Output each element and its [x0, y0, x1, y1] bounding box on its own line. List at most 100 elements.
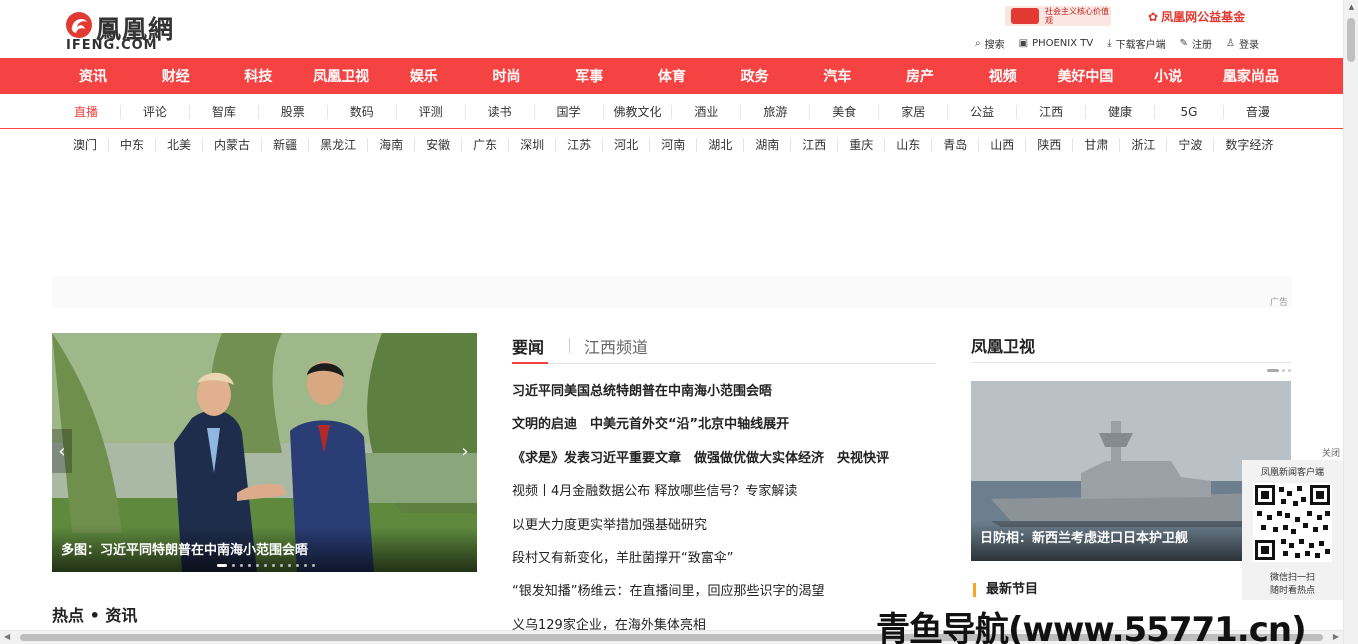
scroll-up-icon[interactable]: ▲ — [1344, 3, 1358, 11]
region-nav-item[interactable]: 山西 — [979, 138, 1027, 152]
slider-dot[interactable] — [288, 564, 291, 567]
main-nav-item[interactable]: 小说 — [1127, 66, 1209, 86]
channel-nav-item[interactable]: 评论 — [121, 104, 190, 119]
main-nav-item[interactable]: 政务 — [714, 66, 796, 86]
scroll-right-icon[interactable]: ▶ — [1333, 632, 1339, 641]
slider-next-button[interactable]: › — [455, 429, 475, 473]
main-nav-item[interactable]: 时尚 — [466, 66, 548, 86]
phoenix-tv-title[interactable]: 凤凰卫视 — [971, 333, 1291, 363]
main-nav-item[interactable]: 汽车 — [796, 66, 878, 86]
region-nav-item[interactable]: 河北 — [603, 138, 651, 152]
region-nav-item[interactable]: 江西 — [791, 138, 839, 152]
channel-nav-item[interactable]: 5G — [1155, 104, 1224, 119]
register-link[interactable]: ✎ 注册 — [1180, 36, 1212, 51]
main-nav-item[interactable]: 科技 — [217, 66, 299, 86]
region-nav-item[interactable]: 河南 — [650, 138, 698, 152]
slider-dot[interactable] — [240, 564, 243, 567]
scroll-left-icon[interactable]: ◀ — [4, 632, 10, 641]
channel-nav-item[interactable]: 国学 — [535, 104, 604, 119]
channel-nav-item[interactable]: 美食 — [810, 104, 880, 119]
main-nav-item[interactable]: 房产 — [879, 66, 961, 86]
tv-slide-dot[interactable] — [1267, 369, 1279, 372]
region-nav-item[interactable]: 宁波 — [1167, 138, 1215, 152]
region-nav-item[interactable]: 北美 — [156, 138, 204, 152]
search-link[interactable]: ⌕ 搜索 — [975, 36, 1005, 51]
phoenix-tv-link[interactable]: ▣ PHOENIX TV — [1019, 36, 1094, 51]
region-nav-item[interactable]: 陕西 — [1026, 138, 1074, 152]
region-nav-item[interactable]: 深圳 — [509, 138, 557, 152]
slider-dot[interactable] — [280, 564, 283, 567]
channel-nav-item[interactable]: 智库 — [190, 104, 259, 119]
slider-prev-button[interactable]: ‹ — [52, 429, 72, 473]
region-nav-item[interactable]: 江苏 — [556, 138, 604, 152]
channel-nav-item[interactable]: 直播 — [52, 104, 121, 119]
region-nav-item[interactable]: 澳门 — [62, 138, 110, 152]
login-link[interactable]: ♙ 登录 — [1226, 36, 1259, 51]
news-headline[interactable]: 视频丨4月金融数据公布 释放哪些信号？专家解读 — [512, 478, 942, 511]
slider-dot[interactable] — [217, 564, 227, 567]
channel-nav-item[interactable]: 公益 — [948, 104, 1018, 119]
tv-slide-dot[interactable] — [1288, 369, 1291, 372]
slider-dot[interactable] — [232, 564, 235, 567]
tv-slide-dot[interactable] — [1282, 369, 1285, 372]
slider-dot[interactable] — [304, 564, 307, 567]
slider-dot[interactable] — [256, 564, 259, 567]
ifeng-logo[interactable]: 鳳凰網 IFENG.COM — [64, 8, 204, 54]
channel-nav-item[interactable]: 旅游 — [741, 104, 811, 119]
news-headline[interactable]: 以更大力度更实举措加强基础研究 — [512, 512, 942, 545]
region-nav-item[interactable]: 山东 — [885, 138, 933, 152]
main-nav-item[interactable]: 凰家尚品 — [1210, 66, 1292, 86]
region-nav-item[interactable]: 浙江 — [1120, 138, 1168, 152]
channel-nav-item[interactable]: 佛教文化 — [604, 104, 673, 119]
ad-banner[interactable] — [52, 276, 1292, 308]
tab-jiangxi[interactable]: 江西频道 — [584, 334, 648, 358]
slider-dot[interactable] — [296, 564, 299, 567]
main-nav-item[interactable]: 视频 — [962, 66, 1044, 86]
region-nav-item[interactable]: 湖南 — [744, 138, 792, 152]
channel-nav-item[interactable]: 家居 — [879, 104, 949, 119]
main-nav-item[interactable]: 娱乐 — [383, 66, 465, 86]
slider-caption[interactable]: 多图：习近平同特朗普在中南海小范围会晤 — [61, 539, 308, 558]
region-nav-item[interactable]: 黑龙江 — [309, 138, 369, 152]
channel-nav-item[interactable]: 音漫 — [1224, 105, 1292, 119]
photo-slider[interactable]: 多图：习近平同特朗普在中南海小范围会晤 ‹ › — [52, 333, 477, 572]
channel-nav-item[interactable]: 酒业 — [672, 104, 742, 119]
region-nav-item[interactable]: 数字经济 — [1214, 138, 1284, 152]
channel-nav-item[interactable]: 江西 — [1017, 104, 1087, 119]
region-nav-item[interactable]: 重庆 — [838, 138, 886, 152]
vertical-scrollbar[interactable]: ▲ — [1343, 0, 1358, 644]
channel-nav-item[interactable]: 评测 — [397, 104, 466, 119]
region-nav-item[interactable]: 甘肃 — [1073, 138, 1121, 152]
region-nav-item[interactable]: 内蒙古 — [203, 138, 263, 152]
news-headline[interactable]: 习近平同美国总统特朗普在中南海小范围会晤 — [512, 378, 942, 411]
region-nav-item[interactable]: 海南 — [368, 138, 416, 152]
region-nav-item[interactable]: 新疆 — [262, 138, 310, 152]
download-link[interactable]: ⤓ 下载客户端 — [1107, 36, 1165, 51]
region-nav-item[interactable]: 中东 — [109, 138, 157, 152]
news-headline[interactable]: 《求是》发表习近平重要文章 做强做优做大实体经济 央视快评 — [512, 445, 942, 478]
slider-dot[interactable] — [272, 564, 275, 567]
tab-headlines[interactable]: 要闻 — [512, 334, 544, 358]
qr-close-button[interactable]: 关闭 — [1322, 446, 1340, 459]
region-nav-item[interactable]: 广东 — [462, 138, 510, 152]
channel-nav-item[interactable]: 健康 — [1086, 104, 1155, 119]
slider-dot[interactable] — [264, 564, 267, 567]
channel-nav-item[interactable]: 数码 — [328, 104, 397, 119]
main-nav-item[interactable]: 军事 — [548, 66, 630, 86]
main-nav-item[interactable]: 资讯 — [52, 66, 134, 86]
promo-charity-link[interactable]: ✿ 凤凰网公益基金 — [1148, 8, 1245, 25]
main-nav-item[interactable]: 美好中国 — [1044, 66, 1126, 86]
slider-dot[interactable] — [312, 564, 315, 567]
slider-dot[interactable] — [248, 564, 251, 567]
vertical-scroll-thumb[interactable] — [1347, 18, 1355, 62]
region-nav-item[interactable]: 安徽 — [415, 138, 463, 152]
channel-nav-item[interactable]: 股票 — [259, 104, 328, 119]
region-nav-item[interactable]: 青岛 — [932, 138, 980, 152]
main-nav-item[interactable]: 体育 — [631, 66, 713, 86]
news-headline[interactable]: 文明的启迪 中美元首外交“沿”北京中轴线展开 — [512, 411, 942, 444]
main-nav-item[interactable]: 凤凰卫视 — [300, 66, 382, 86]
region-nav-item[interactable]: 湖北 — [697, 138, 745, 152]
news-headline[interactable]: 段村又有新变化，羊肚菌撑开“致富伞” — [512, 545, 942, 578]
channel-nav-item[interactable]: 读书 — [466, 104, 535, 119]
main-nav-item[interactable]: 财经 — [135, 66, 217, 86]
